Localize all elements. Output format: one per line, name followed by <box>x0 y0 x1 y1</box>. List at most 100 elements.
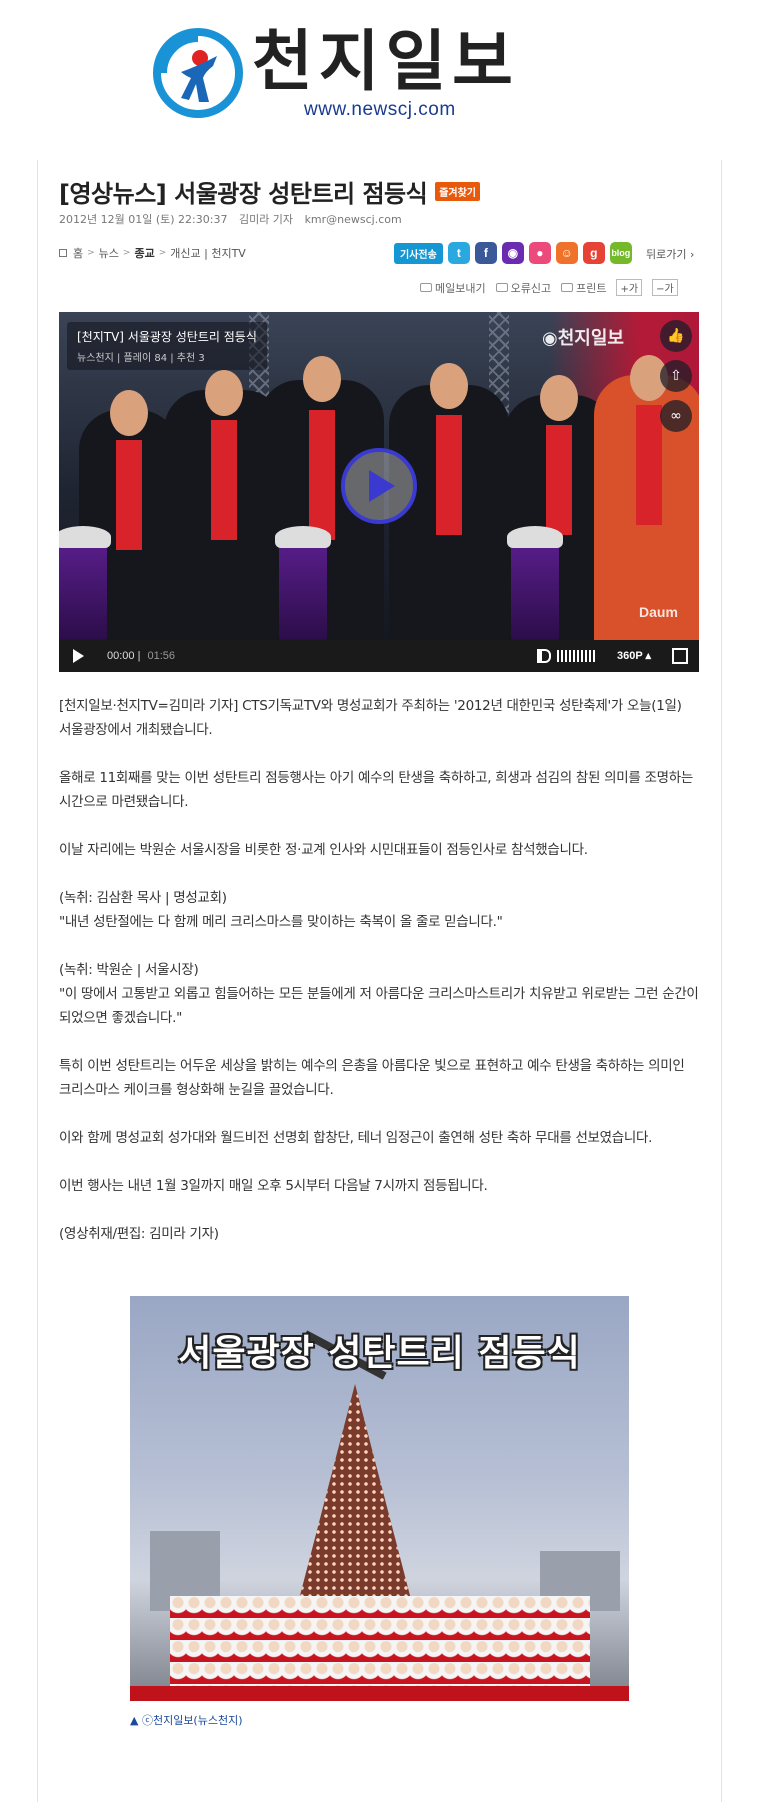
breadcrumb-news[interactable]: 뉴스 <box>99 245 119 261</box>
breadcrumb-home[interactable]: 홈 <box>73 245 83 261</box>
blog-icon[interactable]: blog <box>609 242 632 264</box>
scarf <box>116 440 142 550</box>
article-author: 김미라 기자 <box>238 213 294 226</box>
article-date: 2012년 12월 01일 (토) 22:30:37 <box>59 213 228 226</box>
scarf <box>436 415 462 535</box>
mail-icon <box>420 283 432 292</box>
email-button[interactable]: 메일보내기 <box>420 280 486 296</box>
scarf <box>546 425 572 535</box>
photo-overlay-title: 서울광장 성탄트리 점등식 <box>178 1333 581 1374</box>
face <box>205 370 243 416</box>
duration: 01:56 <box>147 650 176 662</box>
quality-selector[interactable]: 360P ▴ <box>617 649 651 662</box>
article-body: [천지일보·천지TV=김미라 기자] CTS기독교TV와 명성교회가 주최하는 … <box>59 694 699 1270</box>
video-person <box>389 363 509 640</box>
face <box>302 356 341 402</box>
body-paragraph: [천지일보·천지TV=김미라 기자] CTS기독교TV와 명성교회가 주최하는 … <box>59 698 682 738</box>
link-icon[interactable]: ∞ <box>660 400 692 432</box>
facebook-icon[interactable]: f <box>474 242 497 264</box>
time-display: 00:00 | 01:56 <box>107 650 176 662</box>
face <box>430 363 468 409</box>
body-paragraph: 이번 행사는 내년 1월 3일까지 매일 오후 5시부터 다음날 7시까지 점등… <box>59 1178 488 1194</box>
red-stage-floor <box>130 1686 629 1701</box>
scarf <box>308 410 335 540</box>
face <box>110 390 148 436</box>
bookmark-button[interactable]: 즐겨찾기 <box>435 181 481 201</box>
play-button[interactable] <box>341 448 417 524</box>
button-podium <box>507 526 563 640</box>
video-info-overlay: [천지TV] 서울광장 성탄트리 점등식 뉴스천지 | 플레이 84 | 추천 … <box>67 322 267 370</box>
chevron-right-icon: > <box>122 248 131 258</box>
article-title: [영상뉴스] 서울광장 성탄트리 점등식 <box>59 179 428 208</box>
current-time: 00:00 <box>107 650 135 662</box>
play-icon <box>369 470 395 502</box>
video-channel[interactable]: 뉴스천지 <box>77 353 114 364</box>
chevron-right-icon: > <box>87 248 95 258</box>
body-paragraph: 이와 함께 명성교회 성가대와 월드비전 선명회 합창단, 테너 임정근이 출연… <box>59 1130 653 1146</box>
video-title[interactable]: [천지TV] 서울광장 성탄트리 점등식 <box>77 328 257 345</box>
me2day-icon[interactable]: ● <box>528 242 551 264</box>
twitter-icon[interactable]: t <box>447 242 470 264</box>
logo-url: www.newscj.com <box>304 99 456 120</box>
fullscreen-icon[interactable] <box>672 648 688 664</box>
body-paragraph: 특히 이번 성탄트리는 어두운 세상을 밝히는 예수의 은총을 아름다운 빛으로… <box>59 1058 685 1098</box>
podium-button <box>275 526 331 548</box>
video-likes: 추천 3 <box>176 353 205 364</box>
quality-label: 360P <box>617 650 643 662</box>
scarf <box>636 405 662 525</box>
podium-button <box>507 526 563 548</box>
podium-button <box>59 526 111 548</box>
font-increase-button[interactable]: +가 <box>616 279 643 296</box>
button-podium <box>275 526 331 640</box>
back-link[interactable]: 뒤로가기 › <box>646 246 694 262</box>
button-podium <box>59 526 111 640</box>
send-article-label: 기사전송 <box>394 242 443 264</box>
masthead: 천지일보 www.newscj.com <box>0 0 779 130</box>
logo-wordmark[interactable]: 천지일보 <box>252 22 519 102</box>
breadcrumb-section[interactable]: 개신교 | 천지TV <box>170 245 246 261</box>
video-player[interactable]: [천지TV] 서울광장 성탄트리 점등식 뉴스천지 | 플레이 84 | 추천 … <box>59 312 699 672</box>
volume-slider[interactable] <box>557 650 597 662</box>
home-icon <box>59 249 67 257</box>
speaker-icon <box>537 649 551 663</box>
report-icon <box>495 283 508 292</box>
cyworld-icon[interactable]: ☺ <box>555 242 578 264</box>
article-photo[interactable]: 서울광장 성탄트리 점등식 <box>130 1296 629 1701</box>
breadcrumb: 홈 > 뉴스 > 종교 > 개신교 | 천지TV <box>59 245 246 261</box>
video-brand: 천지일보 <box>557 328 624 349</box>
yozm-icon[interactable]: ◉ <box>501 242 524 264</box>
report-label: 오류신고 <box>510 281 552 295</box>
video-brand-watermark: ◉천지일보 <box>542 324 624 350</box>
report-error-button[interactable]: 오류신고 <box>495 280 552 296</box>
google-icon[interactable]: g <box>582 242 605 264</box>
video-meta: 뉴스천지 | 플레이 84 | 추천 3 <box>77 353 205 364</box>
body-paragraph: 올해로 11회째를 맞는 이번 성탄트리 점등행사는 아기 예수의 탄생을 축하… <box>59 770 693 810</box>
arrow-right-icon: › <box>686 248 695 261</box>
share-icon[interactable]: ⇧ <box>660 360 692 392</box>
chevron-right-icon: > <box>158 248 167 258</box>
article-tools: 메일보내기 오류신고 프린트 +가 −가 <box>420 279 678 296</box>
body-quote: (녹취: 박원순 | 서울시장) "이 땅에서 고통받고 외롭고 힘들어하는 모… <box>59 962 699 1026</box>
daum-watermark: Daum <box>639 604 678 620</box>
scarf <box>211 420 237 540</box>
print-icon <box>561 283 574 292</box>
author-email[interactable]: kmr@newscj.com <box>305 213 402 226</box>
video-plays: 플레이 84 <box>123 353 168 364</box>
share-bar: 기사전송 t f ◉ ● ☺ g blog <box>394 241 632 265</box>
thumbs-up-icon[interactable]: 👍 <box>660 320 692 352</box>
font-decrease-button[interactable]: −가 <box>652 279 678 296</box>
brand-logo-icon: ◉ <box>542 328 558 349</box>
face <box>540 375 578 421</box>
volume-control[interactable] <box>537 649 597 663</box>
title-row: [영상뉴스] 서울광장 성탄트리 점등식 즐겨찾기 <box>59 174 481 208</box>
play-icon[interactable] <box>73 649 84 663</box>
choir <box>170 1596 590 1691</box>
newspaper-logo-icon[interactable] <box>153 28 243 118</box>
breadcrumb-religion[interactable]: 종교 <box>134 245 154 261</box>
photo-caption: ▲ ⓒ천지일보(뉴스천지) <box>130 1714 243 1727</box>
print-button[interactable]: 프린트 <box>561 280 606 296</box>
player-controls: 00:00 | 01:56 360P ▴ <box>59 640 699 672</box>
print-label: 프린트 <box>576 281 607 295</box>
byline: 2012년 12월 01일 (토) 22:30:37 김미라 기자 kmr@ne… <box>59 211 410 227</box>
font-down-label: 가 <box>664 284 674 295</box>
